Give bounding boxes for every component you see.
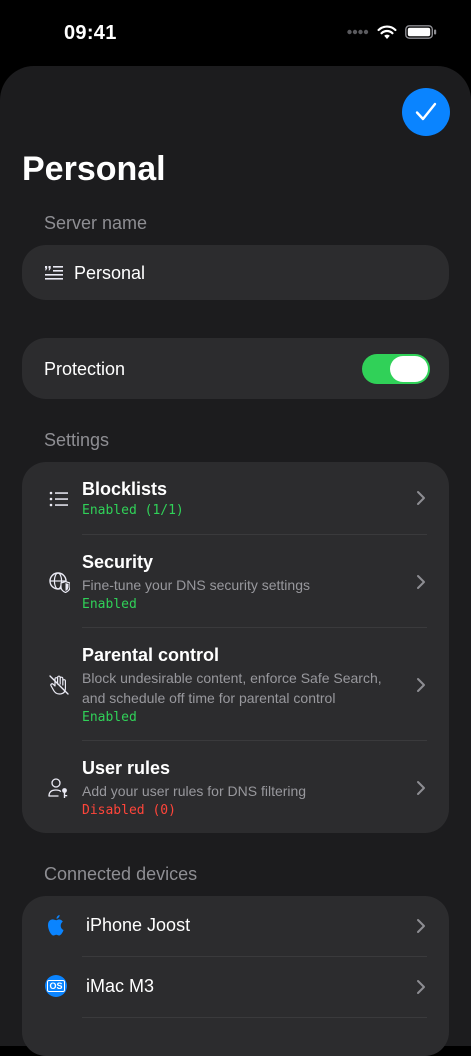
user-rules-description: Add your user rules for DNS filtering	[82, 783, 307, 799]
done-button[interactable]	[402, 88, 450, 136]
device-row-iphone[interactable]: iPhone Joost	[22, 896, 449, 956]
chevron-right-icon	[417, 678, 425, 692]
protection-label: Protection	[44, 359, 126, 379]
wifi-icon	[377, 25, 397, 39]
chevron-right-icon	[417, 575, 425, 589]
battery-icon	[405, 25, 437, 39]
settings-item-user-rules[interactable]: User rules Add your user rules for DNS f…	[22, 741, 449, 833]
divider	[82, 1017, 427, 1018]
settings-item-blocklists[interactable]: Blocklists Enabled (1/1)	[22, 462, 449, 534]
connected-devices-label: Connected devices	[44, 864, 198, 884]
page-title: Personal	[22, 150, 166, 188]
security-status: Enabled	[82, 597, 137, 612]
globe-shield-icon	[49, 572, 70, 593]
chevron-right-icon	[417, 781, 425, 795]
parental-control-status: Enabled	[82, 710, 137, 725]
toggle-knob	[390, 356, 428, 382]
quote-text-icon	[45, 266, 63, 280]
hand-slash-icon	[49, 675, 69, 695]
parental-control-description: Block undesirable content, enforce Safe …	[82, 670, 382, 706]
checkmark-icon	[415, 102, 437, 121]
status-bar: 09:41	[0, 0, 471, 66]
device-name: iPhone Joost	[86, 915, 191, 935]
server-name-label: Server name	[44, 213, 148, 233]
chevron-right-icon	[417, 491, 425, 505]
settings-item-security[interactable]: Security Fine-tune your DNS security set…	[22, 535, 449, 627]
protection-toggle[interactable]	[362, 354, 430, 384]
device-row-imac[interactable]: OS iMac M3	[22, 957, 449, 1017]
security-title: Security	[82, 552, 154, 572]
apple-icon	[48, 915, 64, 936]
connected-devices-card: iPhone Joost OS iMac M3	[22, 896, 449, 1056]
server-name-field[interactable]: Personal	[22, 245, 449, 300]
person-key-icon	[48, 778, 68, 798]
macos-icon: OS	[45, 975, 67, 997]
user-rules-status: Disabled (0)	[82, 803, 176, 818]
settings-item-parental-control[interactable]: Parental control Block undesirable conte…	[22, 628, 449, 740]
user-rules-title: User rules	[82, 758, 171, 778]
blocklists-status: Enabled (1/1)	[82, 503, 184, 518]
chevron-right-icon	[417, 919, 425, 933]
macos-badge: OS	[47, 980, 65, 992]
parental-control-title: Parental control	[82, 645, 220, 665]
status-time: 09:41	[64, 22, 117, 44]
status-icons	[347, 24, 437, 40]
list-icon	[49, 491, 68, 507]
device-name: iMac M3	[86, 976, 155, 996]
server-name-value: Personal	[74, 263, 146, 283]
chevron-right-icon	[417, 980, 425, 994]
blocklists-title: Blocklists	[82, 479, 168, 499]
cellular-signal-icon	[347, 29, 369, 35]
settings-card: Blocklists Enabled (1/1) Security Fine-t…	[22, 462, 449, 833]
security-description: Fine-tune your DNS security settings	[82, 577, 310, 593]
settings-label: Settings	[44, 430, 110, 450]
